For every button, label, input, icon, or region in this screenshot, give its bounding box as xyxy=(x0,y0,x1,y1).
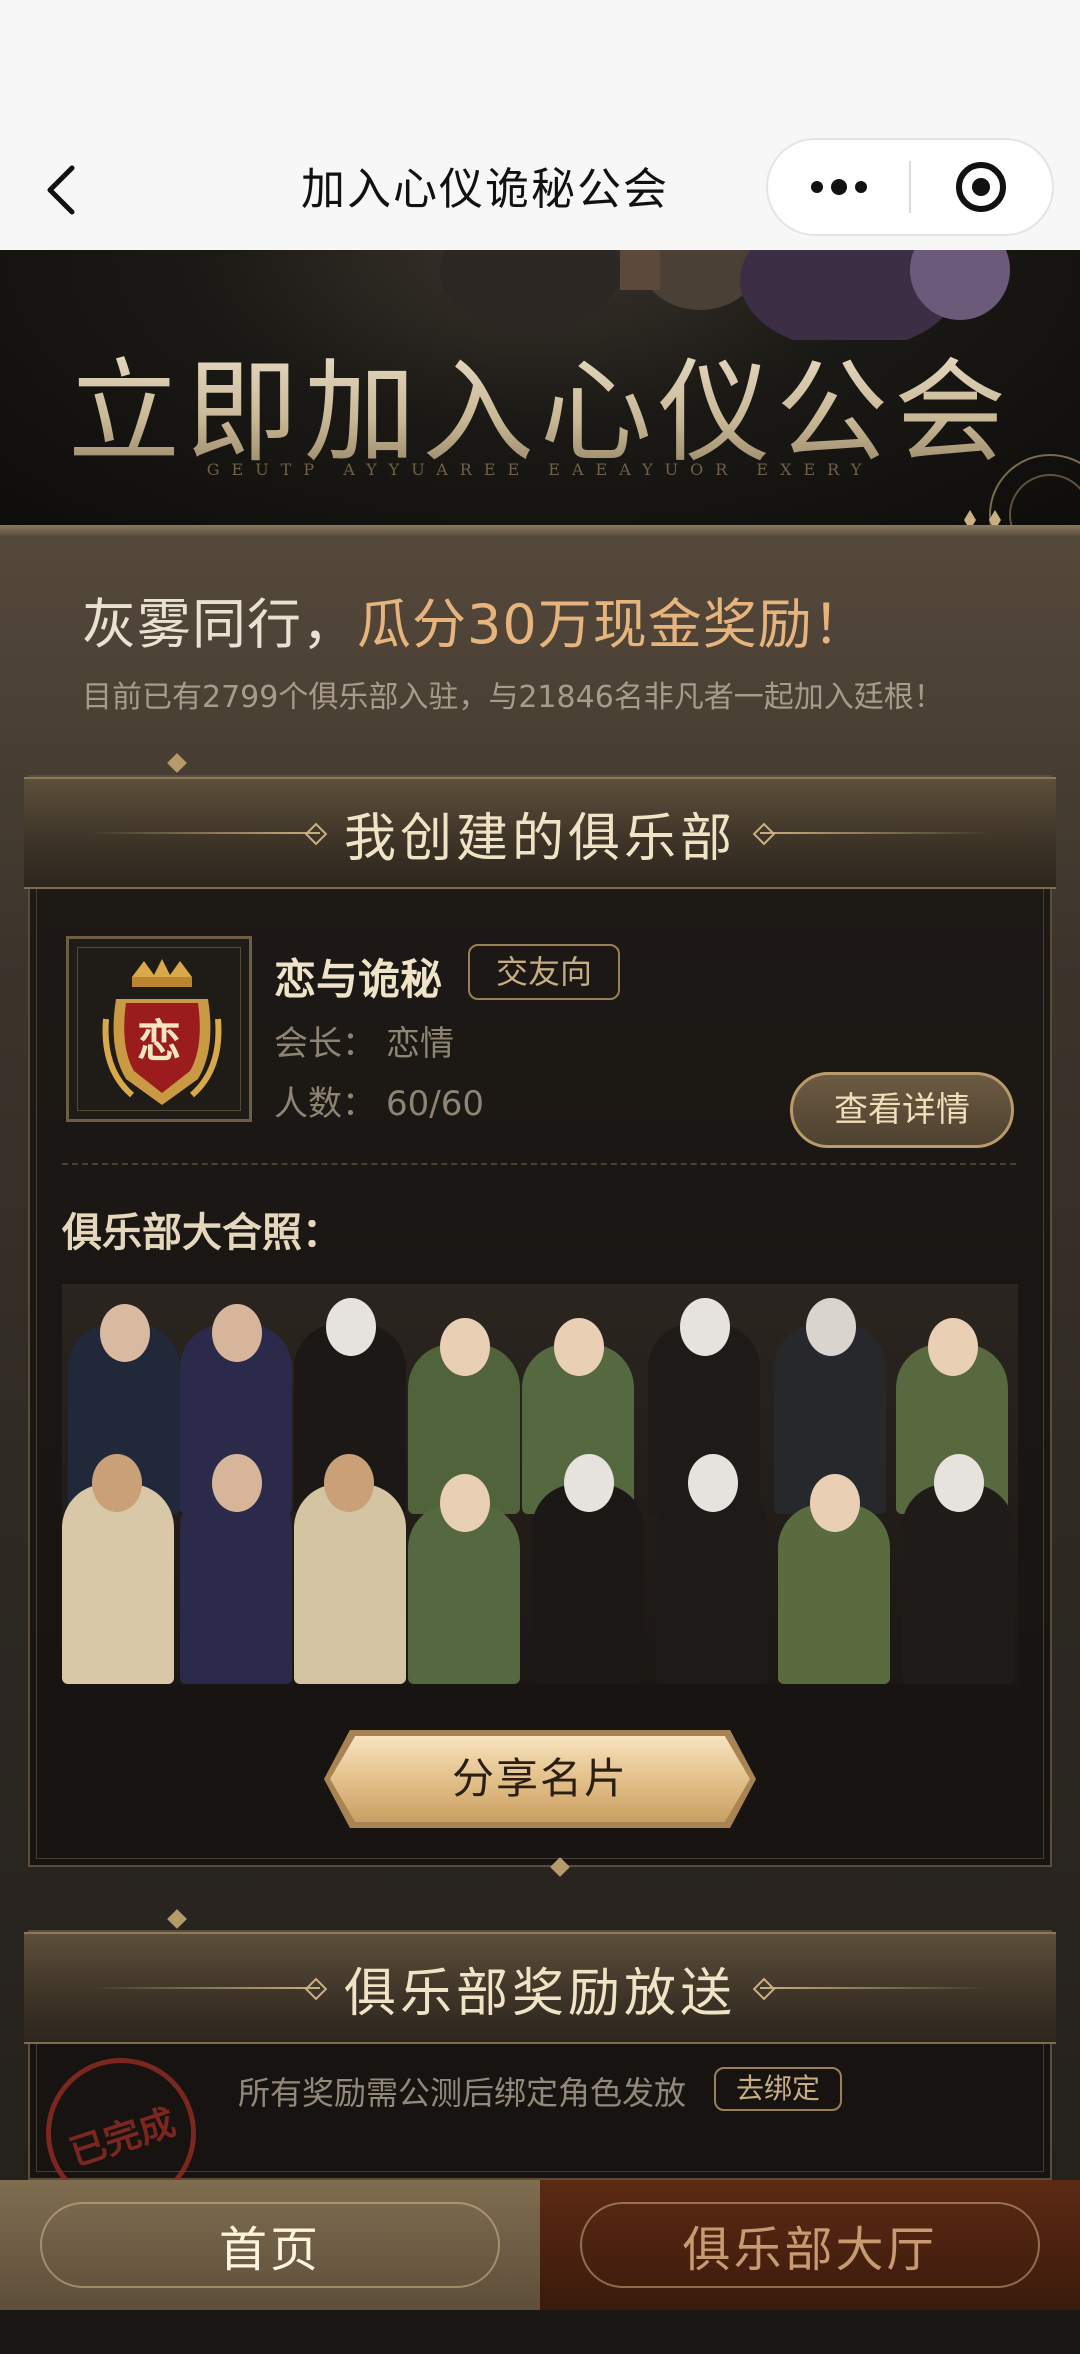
club-tag-badge: 交友向 xyxy=(468,944,620,1000)
more-dots-icon xyxy=(810,179,867,195)
character-head xyxy=(324,1454,374,1512)
target-circle-icon xyxy=(956,162,1007,212)
tab-club-hall-label: 俱乐部大厅 xyxy=(682,2222,938,2278)
header-ornament-left xyxy=(89,832,320,834)
character-head xyxy=(440,1474,490,1532)
more-button[interactable] xyxy=(768,140,909,234)
club-count-label: 人数： xyxy=(274,1084,376,1124)
my-club-header: 我创建的俱乐部 xyxy=(24,777,1056,889)
character-figure xyxy=(656,1484,768,1684)
club-count-value: 60/60 xyxy=(386,1084,484,1124)
header-ornament-right xyxy=(760,1987,990,1989)
club-emblem-char: 恋 xyxy=(137,1016,181,1067)
tab-home[interactable]: 首页 xyxy=(0,2180,540,2310)
character-figure xyxy=(294,1484,406,1684)
character-head xyxy=(92,1454,142,1512)
character-head xyxy=(564,1454,614,1512)
club-group-photo xyxy=(62,1284,1018,1684)
status-bar xyxy=(0,0,1080,130)
character-head xyxy=(810,1474,860,1532)
rewards-note: 所有奖励需公测后绑定角色发放 xyxy=(238,2074,687,2112)
club-leader-label: 会长： xyxy=(274,1024,376,1064)
tab-home-label: 首页 xyxy=(218,2222,321,2278)
bottom-tab-bar: 首页 俱乐部大厅 xyxy=(0,2180,1080,2310)
club-leader-value: 恋情 xyxy=(386,1024,454,1064)
promo-headline-prefix: 灰雾同行， xyxy=(82,593,357,656)
character-head xyxy=(806,1298,856,1356)
character-head xyxy=(212,1454,262,1512)
club-member-count: 人数： 60/60 xyxy=(274,1076,484,1125)
character-head xyxy=(440,1318,490,1376)
character-head xyxy=(688,1454,738,1512)
rewards-title: 俱乐部奖励放送 xyxy=(343,1963,736,2024)
club-emblem-frame: 恋 xyxy=(66,936,252,1122)
character-head xyxy=(554,1318,604,1376)
header-ornament-left xyxy=(89,1987,320,1989)
character-figure xyxy=(902,1484,1014,1684)
mini-program-capsule xyxy=(766,138,1054,236)
promo-subline: 目前已有2799个俱乐部入驻，与21846名非凡者一起加入廷根！ xyxy=(82,680,944,715)
navigation-bar: 加入心仪诡秘公会 xyxy=(0,130,1080,250)
my-club-title: 我创建的俱乐部 xyxy=(343,808,736,869)
stamp-text: 已完成 xyxy=(64,2101,181,2175)
home-indicator-area xyxy=(0,2310,1080,2354)
view-details-button[interactable]: 查看详情 xyxy=(790,1072,1014,1148)
close-mini-program-button[interactable] xyxy=(911,140,1052,234)
rewards-header: 俱乐部奖励放送 xyxy=(24,1932,1056,2044)
character-figure xyxy=(62,1484,174,1684)
promo-headline-accent: 瓜分30万现金奖励！ xyxy=(357,593,868,656)
character-head xyxy=(680,1298,730,1356)
tab-club-hall[interactable]: 俱乐部大厅 xyxy=(540,2180,1080,2310)
club-leader: 会长： 恋情 xyxy=(274,1016,454,1065)
club-name: 恋与诡秘 xyxy=(274,955,443,1004)
character-head xyxy=(212,1304,262,1362)
share-card-button[interactable]: 分享名片 xyxy=(330,1736,750,1822)
sun-ornament-icon xyxy=(964,454,1080,525)
banner-subtitle: GEUTP AYYUAREE EAEAYUOR EXERY xyxy=(206,460,874,479)
character-head xyxy=(326,1298,376,1356)
promo-headline: 灰雾同行，瓜分30万现金奖励！ xyxy=(82,580,868,659)
character-head xyxy=(928,1318,978,1376)
character-head xyxy=(100,1304,150,1362)
dashed-divider xyxy=(62,1163,1016,1165)
character-head xyxy=(934,1454,984,1512)
character-figure xyxy=(532,1484,644,1684)
header-ornament-right xyxy=(760,832,990,834)
group-photo-label: 俱乐部大合照： xyxy=(62,1210,342,1256)
character-figure xyxy=(180,1484,292,1684)
bind-role-button[interactable]: 去绑定 xyxy=(714,2067,842,2111)
hero-banner: 立即加入心仪公会 GEUTP AYYUAREE EAEAYUOR EXERY xyxy=(0,250,1080,525)
